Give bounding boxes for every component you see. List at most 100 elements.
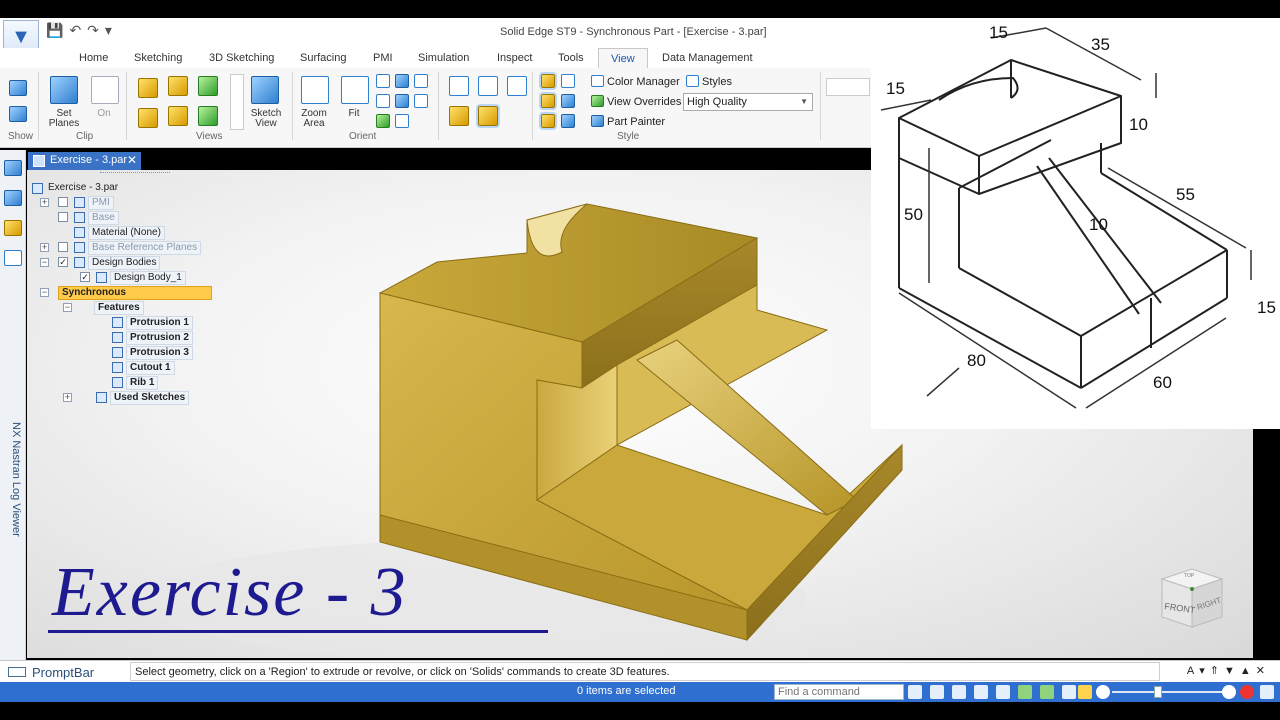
view-right-icon[interactable] [198, 76, 218, 96]
fit-icon[interactable] [341, 76, 369, 104]
save-icon[interactable]: 💾 [46, 22, 63, 39]
stop-icon[interactable] [1240, 685, 1254, 699]
view-cube[interactable]: TOP FRONT RIGHT [1158, 565, 1228, 635]
redo-icon[interactable]: ↷ [87, 22, 99, 39]
find-command-input[interactable] [774, 684, 904, 700]
part-painter-button[interactable]: Part Painter [607, 116, 665, 128]
zoom-icon[interactable] [952, 685, 966, 699]
wireframe-icon[interactable] [449, 76, 469, 96]
tree-item-material[interactable]: Material (None) [30, 226, 270, 240]
zoom-in-icon[interactable] [1222, 685, 1236, 699]
floor-reflection-icon[interactable] [539, 72, 557, 90]
fullscreen-icon[interactable] [1260, 685, 1274, 699]
tab-inspect[interactable]: Inspect [497, 52, 532, 64]
set-planes-icon[interactable] [50, 76, 78, 104]
tab-simulation[interactable]: Simulation [418, 52, 469, 64]
common-views-icon[interactable] [376, 114, 390, 128]
background-icon[interactable] [561, 94, 575, 108]
shaded-icon[interactable] [1078, 685, 1092, 699]
tree-item-protrusion-3[interactable]: Protrusion 3 [30, 346, 270, 360]
fit-button[interactable]: Fit [343, 109, 365, 119]
tree-item-design-bodies[interactable]: − ✓ Design Bodies [30, 256, 270, 270]
view-left-icon[interactable] [138, 108, 158, 128]
tab-tools[interactable]: Tools [558, 52, 584, 64]
sensors-icon[interactable] [4, 250, 22, 266]
tree-item-rib-1[interactable]: Rib 1 [30, 376, 270, 390]
zoom-out-icon[interactable] [1096, 685, 1110, 699]
lighting-icon[interactable] [561, 114, 575, 128]
tab-sketching[interactable]: Sketching [134, 52, 182, 64]
tree-item-pmi[interactable]: + PMI [30, 196, 270, 210]
collapse-icon[interactable]: − [40, 288, 49, 297]
tree-item-design-body-1[interactable]: ✓ Design Body_1 [30, 271, 270, 285]
tree-item-synchronous[interactable]: − Synchronous [30, 286, 270, 300]
zoom-area-icon[interactable] [301, 76, 329, 104]
tree-item-cutout-1[interactable]: Cutout 1 [30, 361, 270, 375]
zoom-slider[interactable] [1112, 691, 1222, 693]
tree-item-base-reference-planes[interactable]: + Base Reference Planes [30, 241, 270, 255]
zoom-area-button[interactable]: Zoom Area [296, 109, 332, 129]
zoom-slider-thumb[interactable] [1154, 686, 1162, 698]
collapse-icon[interactable]: − [40, 258, 49, 267]
styles-button[interactable]: Styles [702, 76, 732, 88]
visible-hidden-edges-icon[interactable] [478, 76, 498, 96]
collapse-icon[interactable]: − [63, 303, 72, 312]
render-quality-select[interactable]: High Quality ▼ [683, 93, 813, 111]
nx-nastran-log-viewer-tab[interactable]: NX Nastran Log Viewer [4, 422, 22, 552]
tree-item-protrusion-1[interactable]: Protrusion 1 [30, 316, 270, 330]
visibility-checkbox[interactable] [58, 212, 68, 222]
zoom-area-icon[interactable] [930, 685, 944, 699]
shaded-icon[interactable] [449, 106, 469, 126]
pathfinder-icon[interactable] [4, 160, 22, 176]
view-iso-icon[interactable] [138, 78, 158, 98]
view-overrides-button[interactable]: View Overrides [607, 96, 681, 108]
tab-3d-sketching[interactable]: 3D Sketching [209, 52, 274, 64]
pan-icon[interactable] [395, 74, 409, 88]
tab-pmi[interactable]: PMI [373, 52, 393, 64]
visibility-checkbox[interactable]: ✓ [80, 272, 90, 282]
view-style-icon[interactable] [561, 74, 575, 88]
pathfinder-grip[interactable] [100, 172, 170, 174]
view-front-icon[interactable] [168, 106, 188, 126]
sketch-view-icon[interactable] [251, 76, 279, 104]
library-icon[interactable] [4, 220, 22, 236]
look-at-icon[interactable] [414, 94, 428, 108]
view-icon[interactable] [1062, 685, 1076, 699]
tab-view[interactable]: View [598, 48, 648, 70]
expand-icon[interactable]: + [40, 243, 49, 252]
spin-icon[interactable] [1040, 685, 1054, 699]
zoom-icon[interactable] [376, 74, 390, 88]
layers-icon[interactable] [4, 190, 22, 206]
expand-icon[interactable]: + [63, 393, 72, 402]
sketch-view-button[interactable]: Sketch View [246, 109, 286, 129]
view-top-icon[interactable] [168, 76, 188, 96]
view-bottom-icon[interactable] [198, 106, 218, 126]
customize-qat-icon[interactable]: ▾ [105, 22, 112, 39]
tree-item-protrusion-2[interactable]: Protrusion 2 [30, 331, 270, 345]
rotate-icon[interactable] [1018, 685, 1032, 699]
tab-surfacing[interactable]: Surfacing [300, 52, 346, 64]
floor-shadow-icon[interactable] [539, 92, 557, 110]
views-gallery-scroll[interactable] [230, 74, 244, 130]
visibility-checkbox[interactable] [58, 197, 68, 207]
spin-about-icon[interactable] [395, 94, 409, 108]
named-views-icon[interactable] [395, 114, 409, 128]
tab-data-management[interactable]: Data Management [662, 52, 753, 64]
show-all-icon[interactable] [9, 106, 27, 122]
clip-on-button[interactable]: On [92, 109, 116, 119]
pan-icon[interactable] [996, 685, 1010, 699]
clip-on-icon[interactable] [91, 76, 119, 104]
tab-home[interactable]: Home [79, 52, 108, 64]
color-manager-button[interactable]: Color Manager [607, 76, 680, 88]
close-icon[interactable]: ✕ [127, 153, 137, 167]
tree-item-used-sketches[interactable]: + Used Sketches [30, 391, 270, 405]
prompt-bar-controls[interactable]: A▾⇑▼▲✕ [1187, 664, 1270, 677]
arrow-right-icon[interactable] [908, 685, 922, 699]
expand-icon[interactable]: + [40, 198, 49, 207]
document-tab[interactable]: Exercise - 3.par ✕ [28, 152, 141, 170]
show-icon[interactable] [9, 80, 27, 96]
silhouettes-icon[interactable] [539, 112, 557, 130]
rotate-icon[interactable] [376, 94, 390, 108]
ribbon-overflow-field[interactable] [826, 78, 870, 96]
previous-view-icon[interactable] [414, 74, 428, 88]
